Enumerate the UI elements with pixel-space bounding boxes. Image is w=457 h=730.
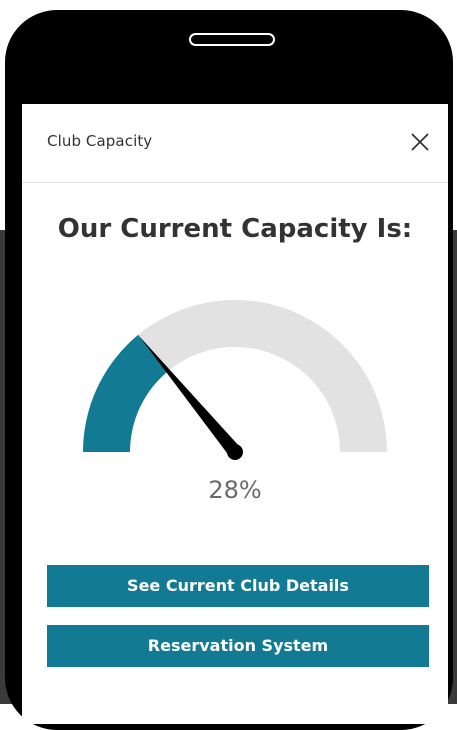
reservation-system-button[interactable]: Reservation System xyxy=(47,625,429,667)
modal: Club Capacity Our Current Capacity Is: 2… xyxy=(22,104,448,724)
gauge-hub xyxy=(227,444,243,460)
phone-frame: Club Capacity Our Current Capacity Is: 2… xyxy=(5,10,453,730)
phone-speaker xyxy=(189,33,275,46)
capacity-heading: Our Current Capacity Is: xyxy=(57,214,413,244)
capacity-gauge xyxy=(83,300,387,460)
close-icon xyxy=(411,133,429,151)
close-button[interactable] xyxy=(406,128,434,156)
see-club-details-button[interactable]: See Current Club Details xyxy=(47,565,429,607)
modal-header: Club Capacity xyxy=(22,104,448,183)
capacity-percentage: 28% xyxy=(208,476,262,504)
modal-title: Club Capacity xyxy=(47,132,153,150)
